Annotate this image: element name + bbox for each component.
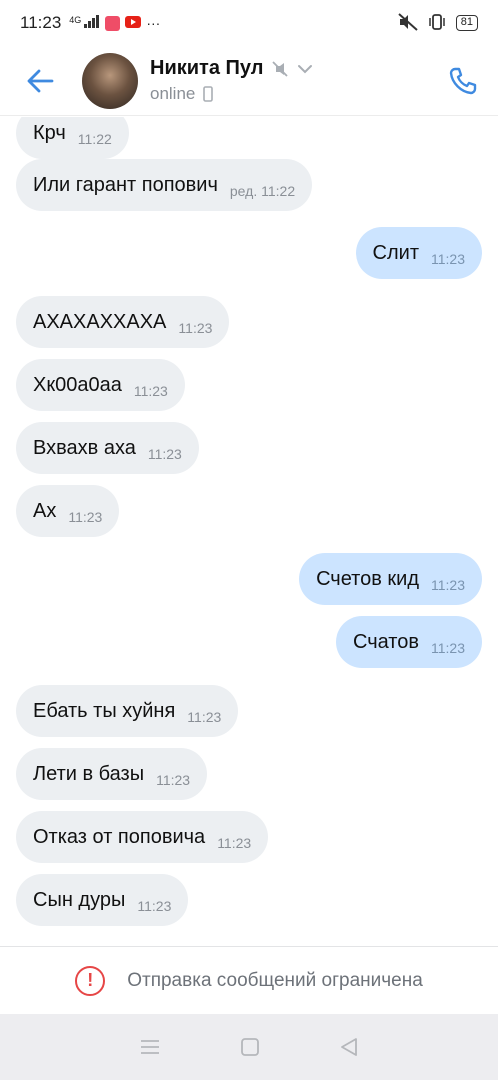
message-incoming[interactable]: Отказ от поповича 11:23 — [16, 811, 269, 863]
message-text: Ах — [33, 499, 57, 522]
message-outgoing[interactable]: Счатов 11:23 — [335, 616, 482, 668]
message-time: 11:23 — [137, 898, 172, 914]
message-time: ред. 11:22 — [229, 183, 296, 199]
message-incoming[interactable]: Крч 11:22 — [16, 117, 129, 159]
message-list[interactable]: Крч 11:22 Или гарант попович ред. 11:22 … — [0, 117, 498, 945]
message-text: Вхвахв аха — [33, 436, 136, 459]
message-text: Сын дуры — [33, 888, 126, 911]
call-button[interactable] — [428, 46, 498, 116]
status-time: 11:23 — [20, 13, 62, 32]
message-incoming[interactable]: Лети в базы 11:23 — [16, 748, 208, 800]
message-incoming[interactable]: Вхвахв аха 11:23 — [16, 422, 199, 474]
message-incoming[interactable]: Ах 11:23 — [16, 485, 120, 537]
message-time: 11:23 — [217, 835, 252, 851]
message-time: 11:23 — [431, 577, 465, 593]
message-text: Слит — [372, 241, 419, 264]
message-text: Лети в базы — [33, 762, 145, 785]
message-text: Счетов кид — [316, 567, 419, 590]
message-outgoing[interactable]: Слит 11:23 — [355, 227, 482, 279]
message-text: Хк00а0аа — [33, 373, 122, 396]
vibrate-icon — [428, 13, 446, 34]
message-time: 11:23 — [431, 640, 465, 656]
restriction-notice: ! Отправка сообщений ограничена — [0, 946, 498, 1014]
chevron-down-icon[interactable] — [297, 63, 313, 75]
message-text: Или гарант попович — [33, 173, 218, 196]
contact-name: Никита Пул — [150, 57, 264, 79]
home-icon[interactable] — [240, 1037, 260, 1057]
message-time: 11:23 — [156, 772, 191, 788]
chat-title-block[interactable]: Никита Пул online — [150, 57, 313, 104]
youtube-icon — [125, 15, 142, 31]
more-dots-icon: ··· — [146, 15, 161, 31]
message-text: Отказ от поповича — [33, 825, 206, 848]
message-incoming[interactable]: Сын дуры 11:23 — [16, 874, 189, 926]
message-time: 11:23 — [68, 509, 103, 525]
message-incoming[interactable]: Хк00а0аа 11:23 — [16, 359, 185, 411]
phone-device-icon — [203, 86, 214, 102]
signal-icon: 4G — [69, 15, 100, 31]
restriction-text: Отправка сообщений ограничена — [127, 969, 423, 991]
message-outgoing[interactable]: Счетов кид 11:23 — [299, 553, 482, 605]
battery-icon: 81 — [455, 15, 478, 31]
chat-header: Никита Пул online — [0, 46, 498, 116]
status-icons: 4G ··· — [69, 15, 160, 31]
message-time: 11:23 — [178, 320, 213, 336]
back-triangle-icon[interactable] — [339, 1037, 359, 1057]
mute-icon — [398, 12, 418, 34]
system-nav-bar — [0, 1014, 498, 1080]
status-bar: 11:23 4G ··· 81 — [0, 0, 498, 46]
phone-call-icon — [449, 67, 477, 94]
message-text: Счатов — [352, 630, 419, 653]
menu-icon[interactable] — [139, 1038, 161, 1056]
message-incoming[interactable]: Или гарант попович ред. 11:22 — [16, 159, 313, 211]
message-time: 11:23 — [147, 446, 182, 462]
message-time: 11:22 — [77, 131, 112, 147]
message-incoming[interactable]: Ебать ты хуйня 11:23 — [16, 685, 239, 737]
muted-icon — [272, 60, 289, 77]
contact-status: online — [150, 84, 196, 103]
message-text: Крч — [33, 121, 66, 144]
message-incoming[interactable]: АХАХАХХАХА 11:23 — [16, 296, 230, 348]
back-arrow-icon — [27, 69, 54, 92]
message-time: 11:23 — [187, 709, 222, 725]
message-text: Ебать ты хуйня — [33, 699, 176, 722]
message-text: АХАХАХХАХА — [33, 310, 167, 333]
back-button[interactable] — [0, 46, 80, 116]
avatar[interactable] — [82, 52, 138, 109]
app-icon — [105, 15, 121, 31]
warning-icon: ! — [75, 965, 106, 996]
message-time: 11:23 — [133, 383, 168, 399]
message-time: 11:23 — [431, 251, 465, 267]
